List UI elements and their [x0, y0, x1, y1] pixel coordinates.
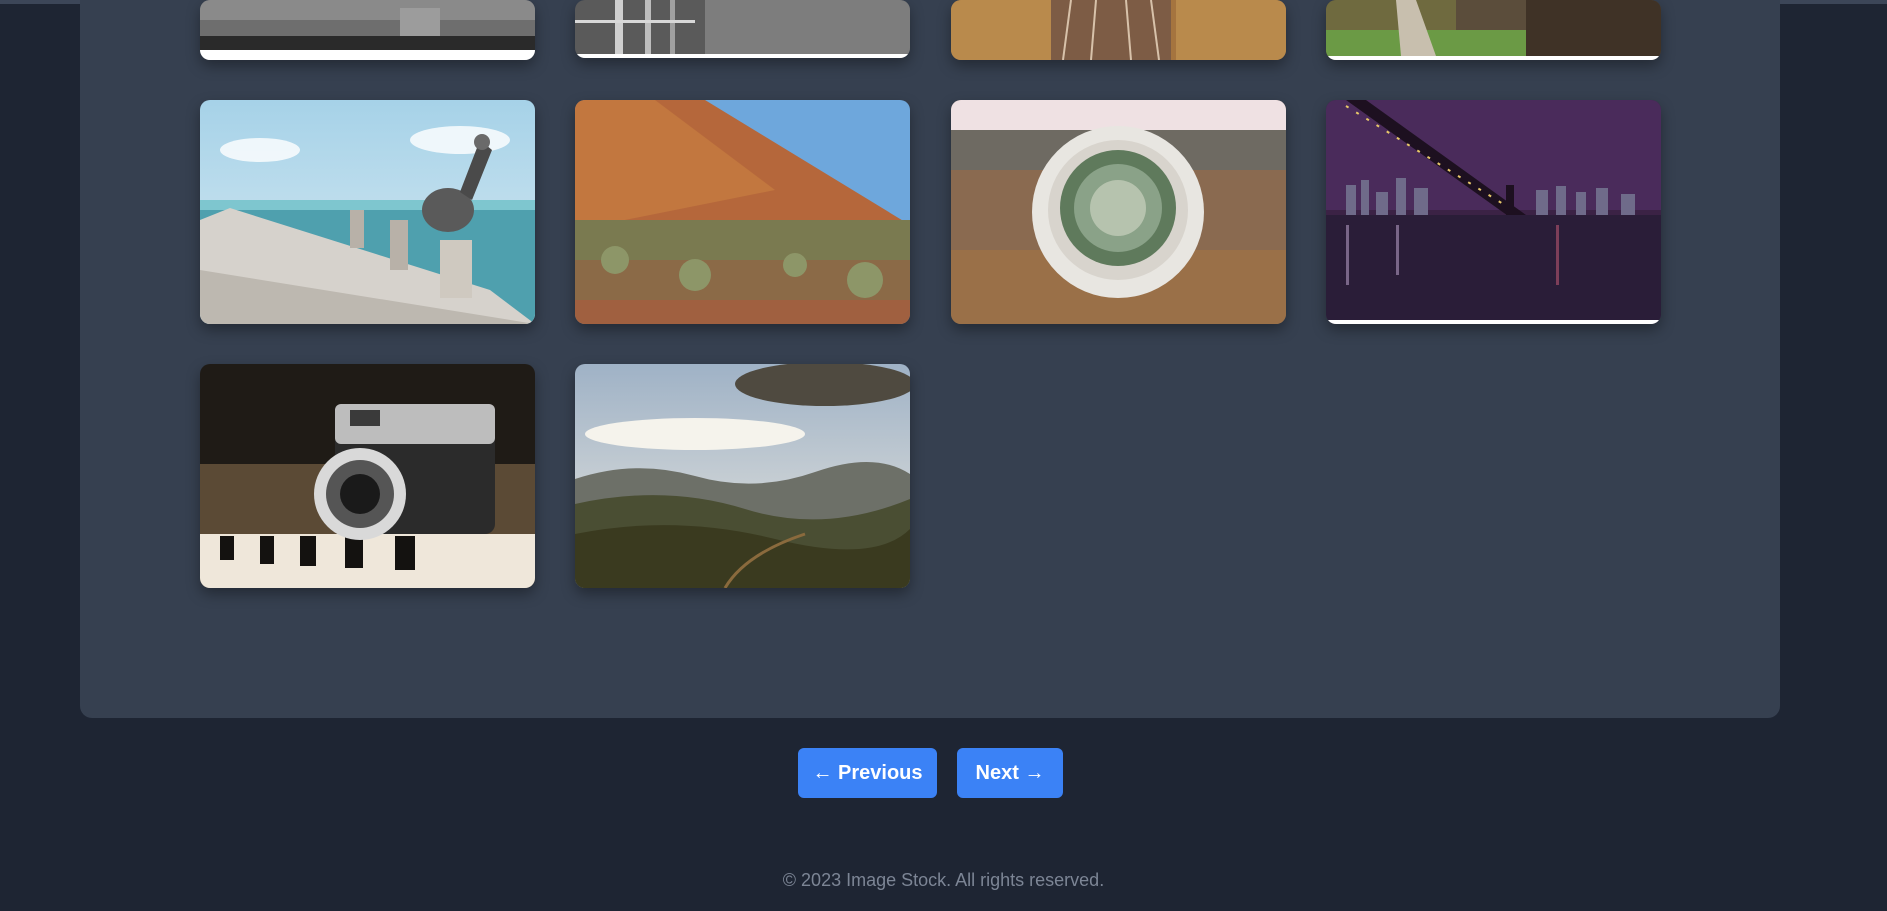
- vintage-camera-photo[interactable]: [200, 364, 535, 588]
- railway-tracks-photo[interactable]: [951, 0, 1286, 60]
- previous-page-button[interactable]: ← Previous: [798, 748, 937, 798]
- harbor-bw-photo[interactable]: [200, 0, 535, 60]
- fence-bw-photo[interactable]: [575, 0, 910, 58]
- footer-copyright: © 2023 Image Stock. All rights reserved.: [782, 870, 1105, 890]
- mountain-valley-photo[interactable]: [575, 364, 910, 588]
- pelican-pier-photo[interactable]: [200, 100, 535, 324]
- next-page-button[interactable]: Next →: [957, 748, 1063, 798]
- pagination: ← Previous Next →: [0, 748, 1887, 798]
- cactus-pot-photo[interactable]: [951, 100, 1286, 324]
- forest-path-photo[interactable]: [1326, 0, 1661, 60]
- desert-rock-photo[interactable]: [575, 100, 910, 324]
- bridge-night-photo[interactable]: [1326, 100, 1661, 324]
